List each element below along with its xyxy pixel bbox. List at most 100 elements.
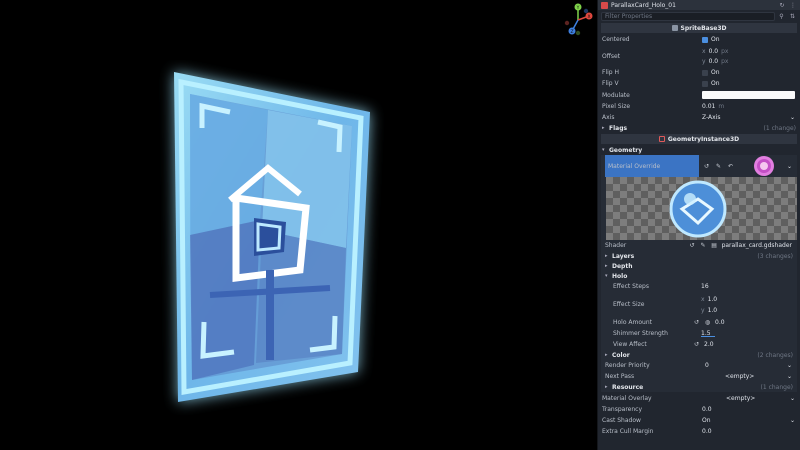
holo-group[interactable]: ▾ Holo [601, 271, 797, 281]
cast-shadow-label: Cast Shadow [602, 416, 641, 424]
next-pass-field[interactable]: <empty> ⌄ [705, 373, 792, 380]
chevron-down-icon: ⌄ [789, 416, 795, 424]
3d-viewport[interactable]: Y X Z [0, 0, 597, 450]
effect-size-y-field[interactable]: y 1.0 [701, 307, 717, 314]
material-override-label: Material Override [605, 155, 699, 178]
holo-amount-value[interactable]: 0.0 [715, 319, 725, 326]
effect-size-y-axis: y [701, 306, 705, 314]
geometryinstance3d-section[interactable]: GeometryInstance3D [601, 134, 797, 145]
transparency-row: Transparency 0.0 [598, 404, 800, 415]
depth-group[interactable]: ▸ Depth [601, 261, 797, 271]
transparency-field[interactable]: 0.0 [702, 406, 795, 413]
flip-h-value: On [711, 69, 720, 77]
shader-value[interactable]: parallax_card.gdshader [722, 242, 792, 249]
gizmo-z-label: Z [570, 29, 573, 35]
extra-cull-margin-field[interactable]: 0.0 [702, 428, 795, 435]
view-affect-label: View Affect [613, 340, 647, 348]
effect-size-x-value: 1.0 [707, 295, 718, 303]
axis-value: Z-Axis [702, 114, 721, 122]
offset-y-unit: px [721, 57, 729, 65]
offset-x-value: 0.0 [708, 47, 719, 55]
pixel-size-field[interactable]: 0.01 m [702, 103, 795, 110]
extra-cull-margin-value: 0.0 [702, 428, 712, 436]
shimmer-slider-fill [701, 335, 715, 337]
flags-group[interactable]: ▸ Flags (1 change) [598, 123, 800, 133]
reset-icon[interactable]: ↺ [689, 242, 696, 249]
effect-steps-field[interactable]: 16 [701, 283, 792, 290]
offset-y-axis: y [702, 57, 706, 65]
axis-label: Axis [602, 114, 615, 122]
menu-icon[interactable]: ⋮ [789, 1, 797, 9]
pixel-size-unit: m [718, 102, 725, 110]
pixel-size-label: Pixel Size [602, 102, 631, 110]
offset-row: Offset x 0.0 px y 0.0 px [598, 45, 800, 67]
expand-icon: ▸ [602, 125, 605, 132]
material-override-block: Material Override ↺ ✎ ↶ ⌄ Shader ↺ ✎ ▤ p… [601, 155, 797, 393]
resource-group[interactable]: ▸ Resource (1 change) [601, 382, 797, 392]
geometry-group[interactable]: ▾ Geometry [598, 145, 800, 155]
expand-icon: ▸ [605, 352, 608, 359]
chevron-down-icon[interactable]: ⌄ [787, 163, 792, 170]
centered-row: Centered On [598, 34, 800, 45]
color-label: Color [612, 351, 630, 359]
axis-dropdown[interactable]: Z-Axis ⌄ [702, 114, 795, 121]
material-history-icon[interactable]: ↶ [727, 163, 734, 170]
material-sphere-icon[interactable] [753, 155, 775, 177]
section-title: GeometryInstance3D [667, 135, 740, 143]
centered-value: On [711, 36, 720, 44]
reset-icon[interactable]: ↺ [693, 341, 700, 348]
gizmo-x-label: X [587, 14, 590, 20]
offset-x-field[interactable]: x 0.0 px [702, 48, 728, 55]
sort-icon[interactable]: ⇅ [788, 12, 797, 21]
render-priority-row: Render Priority 0 ⌄ [601, 360, 797, 371]
cast-shadow-dropdown[interactable]: On ⌄ [702, 417, 795, 424]
pixel-size-value: 0.01 [702, 102, 716, 110]
modulate-color-swatch[interactable] [702, 91, 795, 100]
effect-size-x-field[interactable]: x 1.0 [701, 296, 717, 303]
expand-icon: ▸ [605, 384, 608, 391]
effect-size-label: Effect Size [613, 301, 645, 308]
flip-h-checkbox[interactable] [702, 69, 708, 76]
gizmo-y-label: Y [576, 5, 580, 11]
flip-v-row: Flip V On [598, 78, 800, 89]
next-pass-row: Next Pass <empty> ⌄ [601, 371, 797, 382]
layers-group[interactable]: ▸ Layers (3 changes) [601, 251, 797, 261]
reset-icon[interactable]: ↺ [703, 163, 710, 170]
shader-edit-icon[interactable]: ✎ [700, 242, 707, 249]
material-overlay-field[interactable]: <empty> ⌄ [702, 395, 795, 402]
offset-y-field[interactable]: y 0.0 px [702, 58, 728, 65]
search-icon[interactable]: ⚲ [777, 12, 786, 21]
view-affect-value[interactable]: 2.0 [704, 341, 714, 348]
material-edit-icon[interactable]: ✎ [715, 163, 722, 170]
effect-size-y-value: 1.0 [707, 306, 718, 314]
expand-icon: ▸ [605, 263, 608, 270]
flip-v-checkbox[interactable] [702, 80, 708, 87]
shader-label: Shader [605, 242, 627, 250]
color-note: (2 changes) [757, 351, 793, 359]
inspector-toolbar: ParallaxCard_Holo_01 ↻ ⋮ [598, 0, 800, 10]
material-overlay-label: Material Overlay [602, 394, 652, 402]
material-overlay-row: Material Overlay <empty> ⌄ [598, 392, 800, 403]
next-pass-value: <empty> [725, 373, 755, 381]
spritebase3d-section[interactable]: SpriteBase3D [601, 23, 797, 33]
shimmer-strength-slider[interactable]: 1.5 [701, 330, 792, 337]
collapse-icon: ▾ [602, 147, 605, 154]
flags-note: (1 change) [763, 124, 797, 132]
modulate-label: Modulate [602, 91, 630, 99]
resource-title[interactable]: ParallaxCard_Holo_01 [611, 2, 775, 9]
holo-card[interactable] [150, 60, 390, 420]
filter-properties-input[interactable]: Filter Properties [601, 12, 775, 21]
flip-v-value: On [711, 80, 720, 88]
modulate-row: Modulate [598, 90, 800, 101]
resource-label: Resource [612, 383, 644, 391]
color-group[interactable]: ▸ Color (2 changes) [601, 350, 797, 360]
render-priority-field[interactable]: 0 ⌄ [705, 362, 792, 369]
centered-label: Centered [602, 36, 630, 44]
history-icon[interactable]: ↻ [778, 1, 786, 9]
offset-label: Offset [602, 52, 621, 60]
view-gizmo[interactable]: Y X Z [560, 2, 596, 38]
reset-icon[interactable]: ↺ [693, 319, 700, 326]
depth-label: Depth [612, 262, 633, 270]
drag-cursor-icon: ◍ [704, 318, 711, 326]
centered-checkbox[interactable] [702, 36, 708, 43]
